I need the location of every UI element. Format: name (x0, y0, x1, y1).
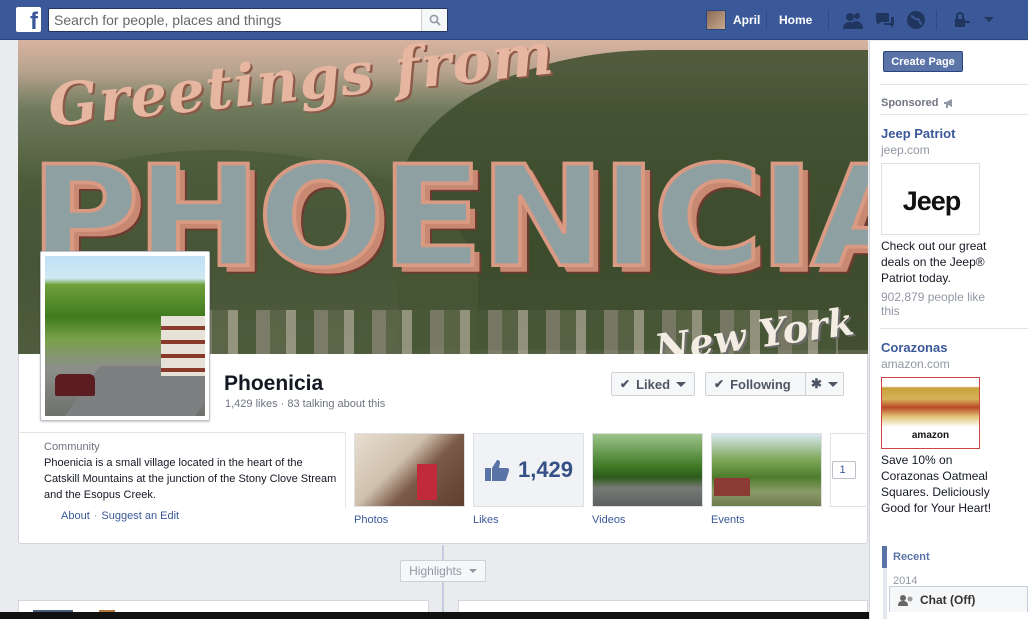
page-description: Phoenicia is a small village located in … (44, 457, 337, 501)
photo-thumbnail-detail (417, 464, 437, 500)
liked-label: Liked (636, 376, 671, 392)
suggest-edit-link[interactable]: Suggest an Edit (101, 510, 179, 522)
top-navigation-bar: f April Home (0, 0, 1028, 40)
page-settings-button[interactable]: ✱ (805, 373, 843, 395)
sponsored-header: Sponsored (881, 97, 955, 109)
photo-barn (714, 478, 750, 496)
megaphone-icon (944, 99, 953, 108)
more-apps-dropdown[interactable]: 1 (832, 461, 856, 479)
about-section: Community Phoenicia is a small village l… (18, 432, 346, 508)
ad-domain: jeep.com (881, 143, 930, 157)
check-icon: ✔ (620, 377, 631, 391)
notifications-icon[interactable] (905, 10, 927, 30)
page-category: Community (44, 441, 100, 453)
chevron-down-icon (468, 569, 477, 573)
photo-houses (161, 316, 205, 376)
nav-divider (936, 10, 937, 30)
privacy-shortcuts-icon[interactable] (951, 10, 973, 30)
home-link[interactable]: Home (779, 13, 812, 27)
liked-button[interactable]: ✔ Liked (611, 372, 695, 396)
sidebar-divider (880, 84, 1028, 85)
sidebar-divider (880, 328, 1028, 329)
ad-text: Save 10% on Corazonas Oatmeal Squares. D… (881, 453, 992, 515)
gear-icon: ✱ (811, 376, 822, 391)
ad-domain: amazon.com (881, 357, 950, 371)
page-title[interactable]: Phoenicia (224, 372, 323, 396)
videos-app-tile[interactable] (592, 433, 703, 507)
sponsored-label: Sponsored (881, 97, 939, 109)
thumbs-up-icon (484, 460, 510, 481)
timeline-nav-recent[interactable]: Recent (893, 551, 930, 563)
likes-count: 1,429 (517, 457, 574, 482)
likes-app-label[interactable]: Likes (473, 514, 499, 526)
page-stats: 1,429 likes · 83 talking about this (225, 398, 386, 410)
profile-picture[interactable] (40, 251, 210, 421)
photos-app-tile[interactable] (354, 433, 465, 507)
photo-car (55, 374, 95, 396)
photos-app-label[interactable]: Photos (354, 514, 388, 526)
create-page-button[interactable]: Create Page (883, 51, 963, 72)
following-label: Following (730, 376, 791, 392)
chat-bar[interactable]: Chat (Off) (889, 586, 1028, 612)
account-menu-icon[interactable] (978, 10, 1000, 30)
amazon-logo: amazon (911, 430, 950, 441)
avatar (706, 10, 726, 30)
friend-requests-icon[interactable] (842, 10, 864, 30)
more-apps-tile: 1 (830, 433, 866, 507)
chat-label: Chat (Off) (920, 592, 976, 607)
link-separator: · (93, 510, 98, 522)
ad-social-context: 902,879 people like this (881, 290, 986, 318)
ad-title-link[interactable]: Jeep Patriot (881, 126, 955, 141)
chat-people-icon (898, 594, 913, 606)
nav-divider (828, 10, 829, 30)
about-link[interactable]: About (61, 510, 90, 522)
facebook-logo-icon[interactable]: f (16, 7, 41, 35)
search-button[interactable] (421, 9, 447, 31)
profile-photo-image (45, 256, 205, 416)
highlights-label: Highlights (409, 564, 462, 578)
messages-icon[interactable] (874, 10, 896, 30)
events-app-label[interactable]: Events (711, 514, 745, 526)
events-app-tile[interactable] (711, 433, 822, 507)
recent-marker (882, 546, 887, 568)
ad-text: Check out our great deals on the Jeep® P… (881, 239, 987, 285)
search-input[interactable] (49, 9, 421, 31)
check-icon: ✔ (714, 377, 725, 391)
ad-title-link[interactable]: Corazonas (881, 340, 947, 355)
search-box (48, 8, 448, 32)
following-button[interactable]: ✔ Following ✱ (705, 372, 844, 396)
chevron-down-icon (827, 381, 838, 387)
user-profile-link[interactable]: April (706, 10, 760, 30)
jeep-logo: Jeep (902, 186, 962, 216)
ad-image[interactable]: amazon (881, 377, 980, 449)
timeline-spine (442, 545, 444, 619)
search-icon (429, 14, 441, 26)
sidebar-divider (880, 114, 1028, 115)
about-links: About · Suggest an Edit (61, 510, 179, 522)
user-name-link[interactable]: April (733, 13, 760, 27)
likes-app-tile[interactable]: 1,429 (473, 433, 584, 507)
chevron-down-icon (676, 381, 687, 387)
nav-divider (766, 10, 767, 30)
timeline-nav-track (883, 568, 887, 619)
ad-image[interactable]: Jeep (881, 163, 980, 235)
logo-letter: f (30, 8, 38, 35)
more-apps-count: 1 (839, 464, 846, 476)
videos-app-label[interactable]: Videos (592, 514, 625, 526)
highlights-dropdown[interactable]: Highlights (400, 560, 486, 582)
